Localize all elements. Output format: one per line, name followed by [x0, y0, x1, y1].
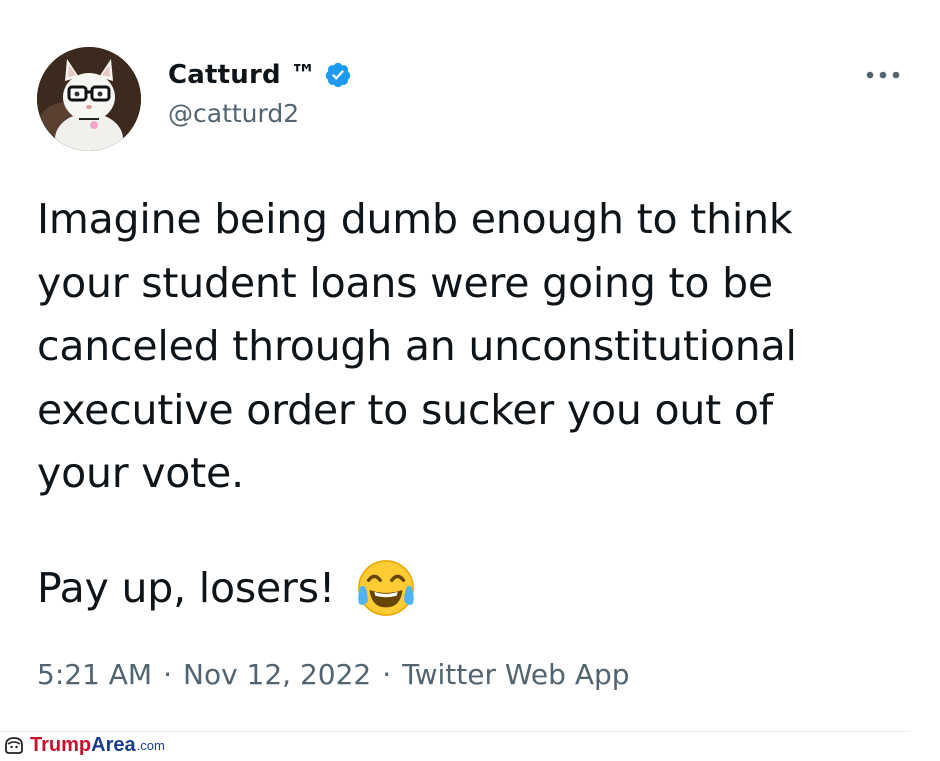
display-name[interactable]: Catturd ™	[168, 60, 316, 90]
watermark-text-area: Area	[91, 733, 136, 756]
more-horizontal-icon	[866, 71, 900, 79]
separator-dot: ·	[382, 657, 392, 691]
tweet-text-second: Pay up, losers!	[37, 564, 336, 612]
tweet-card: Catturd ™ @catturd2 Imagine being dumb e…	[0, 0, 940, 757]
tweet-text-second-line: Pay up, losers!	[37, 555, 417, 621]
trumparea-logo-icon	[3, 734, 25, 756]
avatar[interactable]	[37, 47, 141, 151]
tweet-time[interactable]: 5:21 AM	[37, 658, 152, 691]
tweet-date[interactable]: Nov 12, 2022	[183, 658, 371, 691]
tweet-metadata: 5:21 AM · Nov 12, 2022 · Twitter Web App	[37, 652, 630, 696]
user-handle[interactable]: @catturd2	[168, 99, 299, 128]
display-name-row: Catturd ™	[168, 56, 352, 94]
cat-avatar-image	[37, 47, 141, 151]
separator-dot: ·	[163, 657, 172, 691]
watermark-text-domain: .com	[136, 737, 165, 753]
tweet-text: Imagine being dumb enough to think your …	[37, 188, 917, 506]
watermark-text-trump: Trump	[30, 733, 92, 756]
tweet-text-body: Imagine being dumb enough to think your …	[37, 195, 797, 497]
verified-badge-icon[interactable]	[324, 61, 352, 89]
face-with-tears-of-joy-icon	[355, 557, 417, 619]
more-options-button[interactable]	[862, 62, 904, 88]
tweet-source[interactable]: Twitter Web App	[402, 658, 629, 691]
watermark-divider	[0, 731, 910, 732]
watermark: Trump Area .com	[3, 733, 165, 757]
